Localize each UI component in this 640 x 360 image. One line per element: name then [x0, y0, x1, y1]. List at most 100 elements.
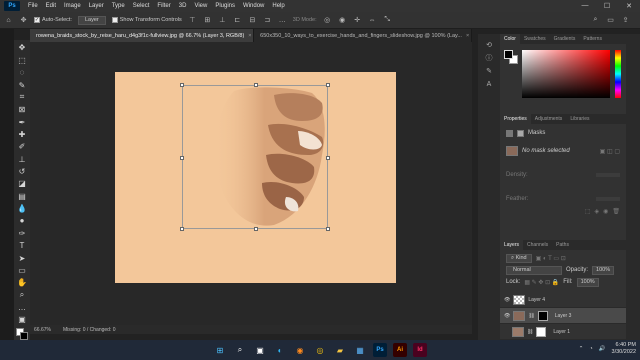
store-icon[interactable]: ▦ [353, 343, 367, 357]
search-icon[interactable]: ⌕ [233, 343, 247, 357]
hand-tool-icon[interactable]: ✋ [16, 277, 28, 289]
indesign-icon[interactable]: Id [413, 343, 427, 357]
transform-handle-left[interactable] [180, 156, 184, 160]
tab-document-2[interactable]: 650x350_10_ways_to_exercise_hands_and_fi… [254, 29, 472, 42]
fill-input[interactable]: 100% [576, 277, 599, 287]
transform-handle-bottom-left[interactable] [180, 227, 184, 231]
tab-channels[interactable]: Channels [523, 242, 552, 248]
3d-orbit-icon[interactable]: ◎ [323, 16, 332, 25]
path-selection-tool-icon[interactable]: ➤ [16, 252, 28, 264]
character-panel-icon[interactable]: A [483, 79, 495, 89]
menu-layer[interactable]: Layer [85, 3, 108, 9]
tab-patterns[interactable]: Patterns [579, 36, 606, 42]
opacity-input[interactable]: 100% [592, 265, 615, 275]
transform-handle-top[interactable] [254, 83, 258, 87]
zoom-level[interactable]: 66.67% [34, 327, 51, 333]
density-slider[interactable] [596, 173, 620, 177]
menu-view[interactable]: View [190, 3, 211, 9]
transform-handle-top-left[interactable] [180, 83, 184, 87]
info-panel-icon[interactable]: ⓘ [483, 53, 495, 63]
menu-image[interactable]: Image [60, 3, 85, 9]
more-tools-icon[interactable]: … [16, 302, 28, 314]
volume-icon[interactable]: 🔊 [599, 346, 606, 352]
close-tab-icon[interactable]: × [248, 33, 251, 39]
tab-layers[interactable]: Layers [500, 240, 524, 250]
transform-bounding-box[interactable] [180, 83, 330, 231]
dodge-tool-icon[interactable]: ● [16, 215, 28, 227]
layer-row-selected[interactable]: 👁 ⛓ Layer 3 [500, 308, 626, 324]
layer-name[interactable]: Layer 1 [553, 329, 570, 335]
taskbar-clock[interactable]: 6:40 PM 3/30/2022 [612, 342, 636, 356]
illustrator-icon[interactable]: Ai [393, 343, 407, 357]
menu-type[interactable]: Type [108, 3, 129, 9]
transform-handle-bottom[interactable] [254, 227, 258, 231]
transform-controls-checkbox[interactable] [111, 17, 118, 23]
hue-slider[interactable] [615, 50, 621, 98]
brush-tool-icon[interactable]: ✐ [16, 141, 28, 153]
quick-select-tool-icon[interactable]: ✎ [16, 79, 28, 91]
lasso-tool-icon[interactable]: ◌ [16, 67, 28, 79]
frame-tool-icon[interactable]: ⊠ [16, 104, 28, 116]
menu-filter[interactable]: Filter [153, 3, 174, 9]
3d-roll-icon[interactable]: ◉ [338, 16, 347, 25]
eraser-tool-icon[interactable]: ◪ [16, 178, 28, 190]
feather-slider[interactable] [596, 197, 620, 201]
layer-row[interactable]: ⛓ Layer 1 [500, 324, 626, 340]
wifi-icon[interactable]: ◔ [589, 346, 592, 352]
transform-controls-option[interactable]: Show Transform Controls [111, 17, 182, 23]
eye-icon[interactable]: 👁 [504, 297, 510, 303]
align-vcenter-icon[interactable]: ⊞ [203, 16, 212, 25]
brushes-panel-icon[interactable]: ✎ [483, 66, 495, 76]
align-hcenter-icon[interactable]: ⊟ [248, 16, 257, 25]
blend-mode-dropdown[interactable]: Normal [506, 265, 562, 275]
delete-mask-icon[interactable]: 🗑 [612, 208, 620, 215]
tab-adjustments[interactable]: Adjustments [531, 116, 567, 122]
workspace-icon[interactable]: ▭ [606, 16, 615, 25]
3d-slide-icon[interactable]: ⇔ [368, 16, 377, 25]
home-icon[interactable]: ⌂ [4, 16, 13, 25]
kind-filter-dropdown[interactable]: ⌕ Kind [506, 253, 532, 263]
menu-help[interactable]: Help [268, 3, 288, 9]
color-swatches[interactable] [16, 328, 28, 341]
tab-properties[interactable]: Properties [500, 114, 531, 124]
pixel-mask-icon[interactable] [506, 129, 513, 137]
menu-plugins[interactable]: Plugins [211, 3, 239, 9]
foreground-color-chip[interactable] [504, 50, 513, 59]
layer-name[interactable]: Layer 4 [528, 297, 545, 303]
healing-brush-tool-icon[interactable]: ✚ [16, 129, 28, 141]
align-top-icon[interactable]: ⊤ [188, 16, 197, 25]
filter-icons[interactable]: ▣ ◐ T ▭ ⊡ [536, 255, 566, 262]
align-bottom-icon[interactable]: ⊥ [218, 16, 227, 25]
zoom-tool-icon[interactable]: ⌕ [16, 289, 28, 301]
search-icon[interactable]: ⌕ [591, 16, 600, 25]
tab-color[interactable]: Color [500, 34, 520, 44]
tab-swatches[interactable]: Swatches [520, 36, 550, 42]
auto-select-checkbox[interactable]: ✓ [34, 17, 40, 23]
blur-tool-icon[interactable]: 💧 [16, 203, 28, 215]
close-tab-icon[interactable]: × [466, 33, 469, 39]
auto-select-target-dropdown[interactable]: Layer [77, 15, 106, 25]
maximize-button[interactable]: ☐ [596, 2, 618, 10]
tab-gradients[interactable]: Gradients [550, 36, 580, 42]
layer-mask-thumbnail[interactable] [536, 326, 547, 337]
tab-paths[interactable]: Paths [552, 242, 573, 248]
align-left-icon[interactable]: ⊏ [233, 16, 242, 25]
apply-mask-icon[interactable]: ◈ [595, 208, 600, 215]
share-icon[interactable]: ⇪ [621, 16, 630, 25]
marquee-tool-icon[interactable]: ⬚ [16, 54, 28, 66]
rectangle-tool-icon[interactable]: ▭ [16, 264, 28, 276]
gradient-tool-icon[interactable]: ▤ [16, 190, 28, 202]
mask-options-icons[interactable]: ▣ ◫ ▢ [600, 148, 620, 155]
edge-icon[interactable]: ◐ [273, 343, 287, 357]
menu-select[interactable]: Select [129, 3, 154, 9]
menu-edit[interactable]: Edit [42, 3, 60, 9]
task-view-icon[interactable]: ▣ [253, 343, 267, 357]
menu-3d[interactable]: 3D [175, 3, 191, 9]
vector-mask-icon[interactable] [517, 129, 524, 137]
lock-icons[interactable]: ▦ ✎ ✥ ⊡ 🔒 [524, 279, 559, 286]
transform-handle-bottom-right[interactable] [326, 227, 330, 231]
disable-mask-icon[interactable]: ◉ [603, 208, 608, 215]
layer-row[interactable]: 👁 Layer 4 [500, 292, 626, 308]
layer-mask-thumbnail[interactable] [537, 310, 548, 321]
3d-pan-icon[interactable]: ✛ [353, 16, 362, 25]
